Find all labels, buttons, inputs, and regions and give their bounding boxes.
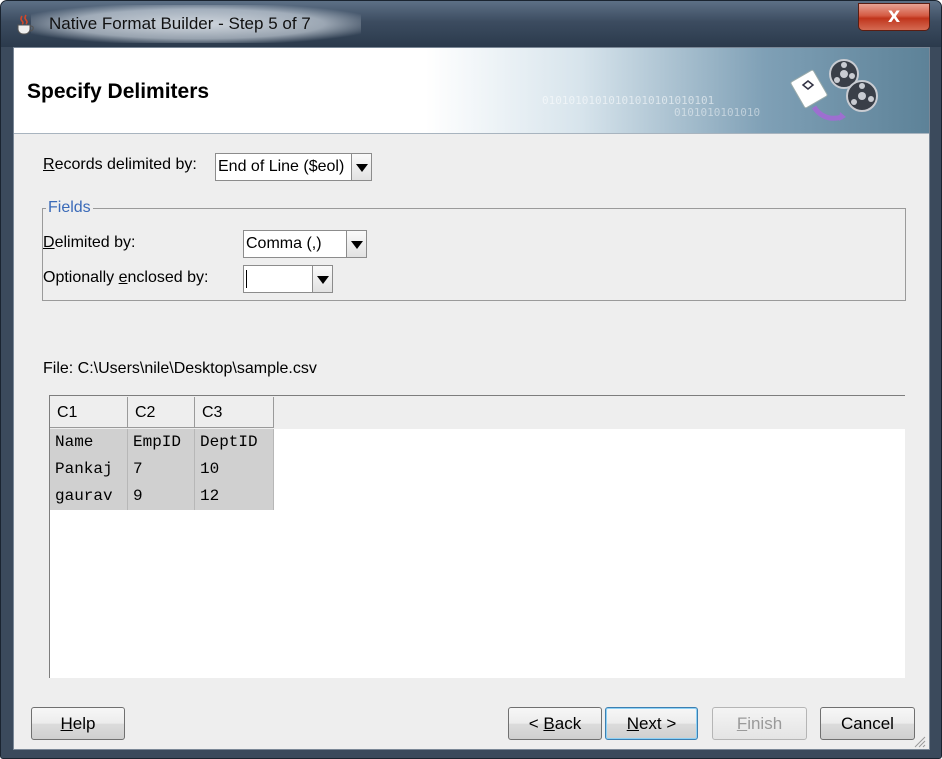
dialog-content: Specify Delimiters 010101010101010101010… bbox=[13, 47, 930, 750]
table-cell[interactable]: Pankaj bbox=[50, 456, 128, 483]
table-cell[interactable]: 12 bbox=[195, 483, 274, 510]
header-binary-decoration-2: 0101010101010 bbox=[674, 106, 761, 119]
java-cup-icon bbox=[17, 14, 34, 35]
help-button[interactable]: Help bbox=[31, 707, 125, 740]
records-delimiter-select[interactable]: End of Line ($eol) bbox=[215, 153, 352, 181]
field-delimiter-value: Comma (,) bbox=[246, 235, 322, 252]
column-header-c3[interactable]: C3 bbox=[195, 397, 274, 428]
wizard-header: Specify Delimiters 010101010101010101010… bbox=[14, 48, 929, 134]
records-delimited-label: Records delimited by: bbox=[43, 156, 197, 173]
records-delimiter-dropdown-icon[interactable] bbox=[351, 153, 372, 181]
table-cell[interactable]: gaurav bbox=[50, 483, 128, 510]
window-title: Native Format Builder - Step 5 of 7 bbox=[49, 14, 311, 33]
resize-grip-icon[interactable] bbox=[912, 734, 926, 748]
table-cell[interactable]: Name bbox=[50, 429, 128, 456]
back-button[interactable]: < Back bbox=[508, 707, 602, 740]
close-button[interactable]: X bbox=[858, 3, 930, 31]
table-cell[interactable]: DeptID bbox=[195, 429, 274, 456]
fields-group bbox=[42, 208, 906, 301]
enclosed-by-select[interactable] bbox=[243, 265, 313, 293]
text-caret bbox=[246, 269, 247, 288]
table-cell[interactable]: EmpID bbox=[128, 429, 195, 456]
dialog-window: Native Format Builder - Step 5 of 7 X Sp… bbox=[0, 0, 942, 759]
table-cell[interactable]: 7 bbox=[128, 456, 195, 483]
table-cell[interactable]: 10 bbox=[195, 456, 274, 483]
page-title: Specify Delimiters bbox=[27, 80, 210, 103]
field-delimiter-select[interactable]: Comma (,) bbox=[243, 230, 347, 258]
title-bar[interactable]: Native Format Builder - Step 5 of 7 X bbox=[1, 1, 941, 47]
film-reel-icon bbox=[790, 59, 878, 121]
field-delimiter-dropdown-icon[interactable] bbox=[346, 230, 367, 258]
records-delimiter-value: End of Line ($eol) bbox=[218, 158, 345, 175]
next-button[interactable]: Next > bbox=[605, 707, 698, 740]
column-header-c1[interactable]: C1 bbox=[50, 397, 128, 428]
fields-legend: Fields bbox=[46, 199, 93, 217]
finish-button[interactable]: Finish bbox=[712, 707, 807, 740]
preview-table[interactable]: C1 C2 C3 Name EmpID DeptID Pankaj 7 10 g… bbox=[49, 395, 905, 678]
file-path-label: File: C:\Users\nile\Desktop\sample.csv bbox=[43, 360, 317, 377]
delimited-by-label: Delimited by: bbox=[43, 234, 136, 251]
column-header-c2[interactable]: C2 bbox=[128, 397, 195, 428]
enclosed-by-dropdown-icon[interactable] bbox=[312, 265, 333, 293]
enclosed-by-label: Optionally enclosed by: bbox=[43, 269, 209, 286]
table-cell[interactable]: 9 bbox=[128, 483, 195, 510]
cancel-button[interactable]: Cancel bbox=[820, 707, 915, 740]
